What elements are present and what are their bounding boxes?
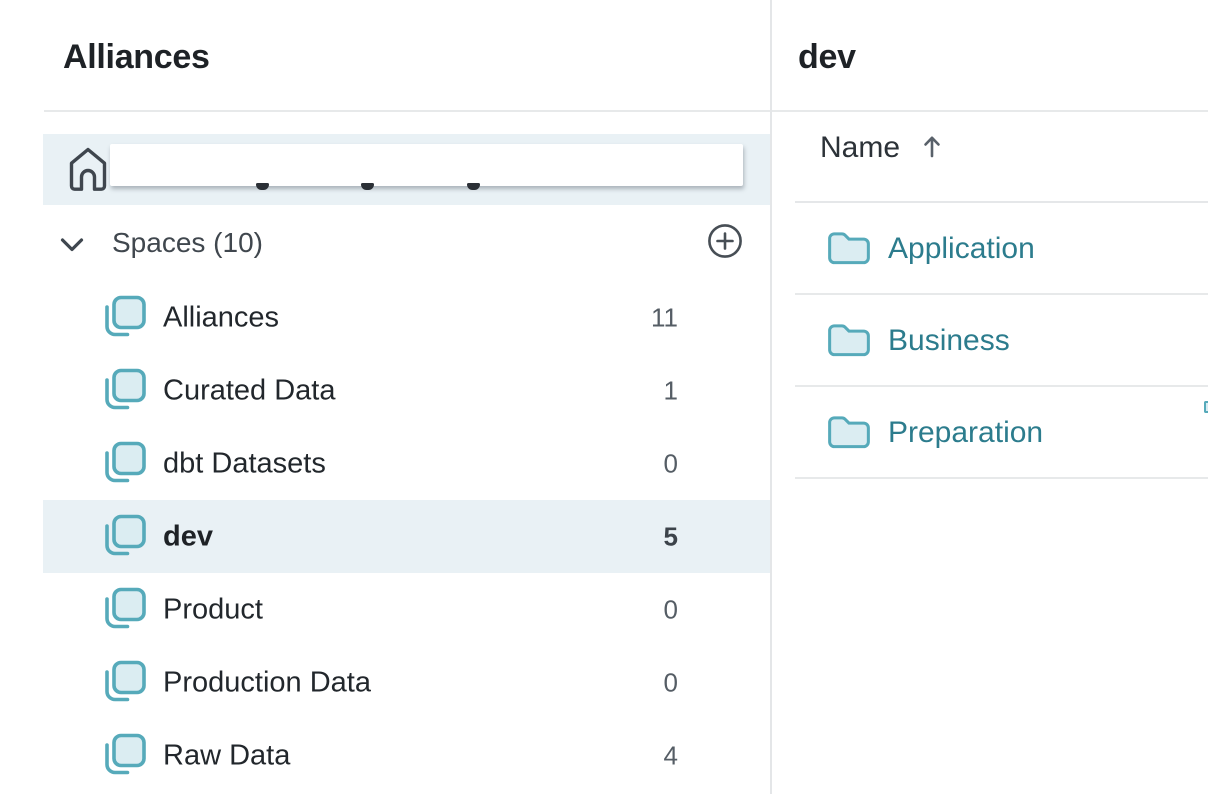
plus-circle-icon[interactable]: [707, 223, 743, 259]
space-count: 0: [664, 448, 678, 479]
folder-link[interactable]: Business: [888, 324, 1010, 358]
chevron-down-icon[interactable]: [60, 237, 84, 253]
main-title-divider: [772, 110, 1208, 112]
folder-row-application[interactable]: Application: [772, 203, 1208, 295]
redacted-text-fragment: [256, 183, 269, 190]
arrow-up-icon[interactable]: [922, 133, 942, 159]
table-header: Name: [772, 128, 1208, 174]
space-label: Raw Data: [163, 739, 290, 772]
folder-row-business[interactable]: Business: [772, 295, 1208, 387]
spaces-sidebar: Alliances Spaces (10): [0, 0, 770, 794]
space-row-dbt-datasets[interactable]: dbt Datasets 0: [43, 427, 770, 500]
space-label: dbt Datasets: [163, 447, 326, 480]
space-icon: [100, 731, 148, 779]
folder-icon: [827, 231, 871, 265]
sidebar-title: Alliances: [63, 38, 210, 77]
space-count: 0: [664, 594, 678, 625]
space-row-product[interactable]: Product 0: [43, 573, 770, 646]
folder-link[interactable]: Application: [888, 232, 1035, 266]
space-list: Alliances 11 Curated Data 1: [43, 281, 770, 792]
space-contents-panel: dev Name Application: [772, 0, 1208, 794]
space-icon: [100, 293, 148, 341]
space-label: Product: [163, 593, 263, 626]
folder-icon: [827, 323, 871, 357]
space-icon: [100, 439, 148, 487]
space-icon: [100, 512, 148, 560]
space-label: Production Data: [163, 666, 371, 699]
space-label: Curated Data: [163, 374, 336, 407]
redacted-text-fragment: [361, 183, 374, 190]
sidebar-title-divider: [44, 110, 770, 112]
space-count: 4: [664, 740, 678, 771]
row-divider: [795, 477, 1208, 479]
space-icon: [100, 658, 148, 706]
space-row-alliances[interactable]: Alliances 11: [43, 281, 770, 354]
folder-link[interactable]: Preparation: [888, 416, 1043, 450]
space-count: 11: [651, 302, 678, 333]
app-window: Alliances Spaces (10): [0, 0, 1208, 794]
folder-row-preparation[interactable]: Preparation: [772, 387, 1208, 479]
spaces-section-label[interactable]: Spaces (10): [112, 227, 263, 259]
page-title: dev: [798, 38, 856, 77]
spaces-section-header: Spaces (10): [43, 222, 770, 262]
folder-icon: [827, 415, 871, 449]
folder-table: Application Business Preparati: [772, 203, 1208, 479]
space-label: Alliances: [163, 301, 279, 334]
space-row-production-data[interactable]: Production Data 0: [43, 646, 770, 719]
space-row-curated-data[interactable]: Curated Data 1: [43, 354, 770, 427]
redacted-label: [110, 144, 743, 186]
space-count: 0: [664, 667, 678, 698]
space-row-raw-data[interactable]: Raw Data 4: [43, 719, 770, 792]
space-icon: [100, 366, 148, 414]
space-row-dev[interactable]: dev 5: [43, 500, 770, 573]
redacted-text-fragment: [467, 183, 480, 190]
home-icon: [68, 146, 108, 192]
space-count: 1: [664, 375, 678, 406]
home-row[interactable]: [43, 134, 770, 205]
clipped-icon-edge: [1204, 401, 1208, 413]
name-column-header[interactable]: Name: [820, 131, 900, 165]
space-count: 5: [664, 521, 678, 552]
space-label: dev: [163, 520, 213, 553]
space-icon: [100, 585, 148, 633]
